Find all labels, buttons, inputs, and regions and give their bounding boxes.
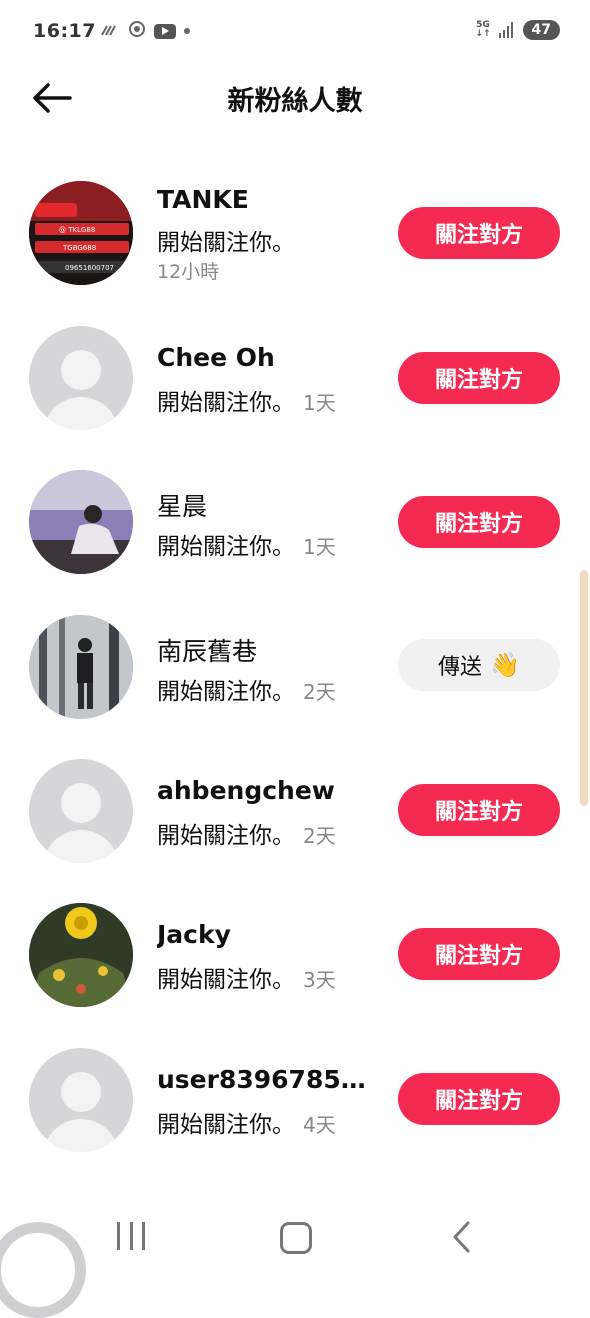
avatar[interactable] (29, 759, 133, 863)
follower-name[interactable]: user83967854... (157, 1065, 367, 1094)
nav-back-button[interactable] (447, 1220, 477, 1254)
follower-action: 開始關注你。 2天 (157, 679, 336, 705)
send-greeting-button[interactable]: 傳送 👋 (398, 639, 560, 691)
follow-time: 3天 (303, 968, 336, 992)
home-button[interactable] (280, 1222, 312, 1254)
follower-action: 開始關注你。 2天 (157, 823, 336, 849)
avatar[interactable] (29, 903, 133, 1007)
default-avatar-icon (61, 350, 101, 390)
system-nav-bar (0, 1200, 590, 1318)
follower-row[interactable]: @ TKLG88 TGBG688 09651600707 TANKE 開始關注你… (0, 181, 590, 325)
follower-name[interactable]: ahbengchew (157, 776, 335, 805)
avatar[interactable] (29, 470, 133, 574)
follower-name[interactable]: Chee Oh (157, 343, 275, 372)
follow-time: 1天 (303, 391, 336, 415)
page-title: 新粉絲人數 (227, 86, 363, 117)
follower-action: 開始關注你。 (157, 230, 295, 256)
youtube-icon (154, 23, 176, 39)
status-time: 16:17 (33, 20, 96, 42)
chevron-left-icon (453, 1221, 470, 1253)
follow-back-button[interactable]: 關注對方 (398, 352, 560, 404)
follower-name[interactable]: 星晨 (157, 487, 207, 523)
follow-back-button[interactable]: 關注對方 (398, 784, 560, 836)
scrollbar[interactable] (580, 570, 588, 806)
photo-avatar-image (29, 470, 133, 574)
photo-avatar-image (29, 903, 133, 1007)
avatar-phone-text: 09651600707 (65, 264, 114, 272)
signal-icon (498, 22, 515, 38)
default-avatar-icon (61, 1072, 101, 1112)
waving-hand-icon: 👋 (490, 651, 520, 679)
follower-name[interactable]: TANKE (157, 185, 249, 214)
avatar[interactable] (29, 326, 133, 430)
follow-back-button[interactable]: 關注對方 (398, 928, 560, 980)
follow-time: 2天 (303, 824, 336, 848)
follower-action: 開始關注你。 3天 (157, 967, 336, 993)
follow-back-button[interactable]: 關注對方 (398, 1073, 560, 1125)
follow-time: 1天 (303, 535, 336, 559)
follower-action: 開始關注你。 4天 (157, 1112, 336, 1138)
follow-time: 12小時 (157, 261, 220, 283)
follower-row[interactable]: user83967854... 開始關注你。 4天 關注對方 (0, 1048, 590, 1192)
more-notifications-dot-icon (184, 28, 190, 34)
follower-row[interactable]: 南辰舊巷 開始關注你。 2天 傳送 👋 (0, 615, 590, 759)
header: 新粉絲人數 (0, 64, 590, 134)
follow-time: 4天 (303, 1113, 336, 1137)
follower-name[interactable]: Jacky (157, 920, 231, 949)
avatar-handle-text: @ TKLG88 (59, 226, 95, 234)
photo-avatar-image (29, 615, 133, 719)
avatar[interactable] (29, 615, 133, 719)
status-right: 5G ↓↑ 47 (475, 20, 560, 40)
app-notification-icon (128, 20, 146, 42)
follower-name[interactable]: 南辰舊巷 (157, 632, 257, 668)
follow-time: 2天 (303, 680, 336, 704)
network-type-icon: 5G ↓↑ (475, 20, 491, 39)
floating-assistant-icon[interactable] (0, 1222, 86, 1318)
follower-row[interactable]: ahbengchew 開始關注你。 2天 關注對方 (0, 759, 590, 903)
avatar-handle-text: TGBG688 (62, 244, 96, 252)
default-avatar-icon (61, 783, 101, 823)
recent-apps-button[interactable] (117, 1222, 145, 1250)
follow-back-button[interactable]: 關注對方 (398, 207, 560, 259)
follower-row[interactable]: 星晨 開始關注你。 1天 關注對方 (0, 470, 590, 614)
follower-row[interactable]: Jacky 開始關注你。 3天 關注對方 (0, 903, 590, 1047)
battery-icon: 47 (522, 20, 560, 40)
wifi-call-icon (100, 22, 120, 40)
follower-action: 開始關注你。 1天 (157, 534, 336, 560)
status-bar: 16:17 5G ↓↑ 47 (0, 0, 590, 64)
follower-action: 開始關注你。 1天 (157, 390, 336, 416)
avatar[interactable]: @ TKLG88 TGBG688 09651600707 (29, 181, 133, 285)
notification-icons (100, 20, 190, 42)
logo-avatar-image: @ TKLG88 TGBG688 09651600707 (29, 181, 133, 285)
avatar[interactable] (29, 1048, 133, 1152)
follower-row[interactable]: Chee Oh 開始關注你。 1天 關注對方 (0, 326, 590, 470)
follow-back-button[interactable]: 關注對方 (398, 496, 560, 548)
